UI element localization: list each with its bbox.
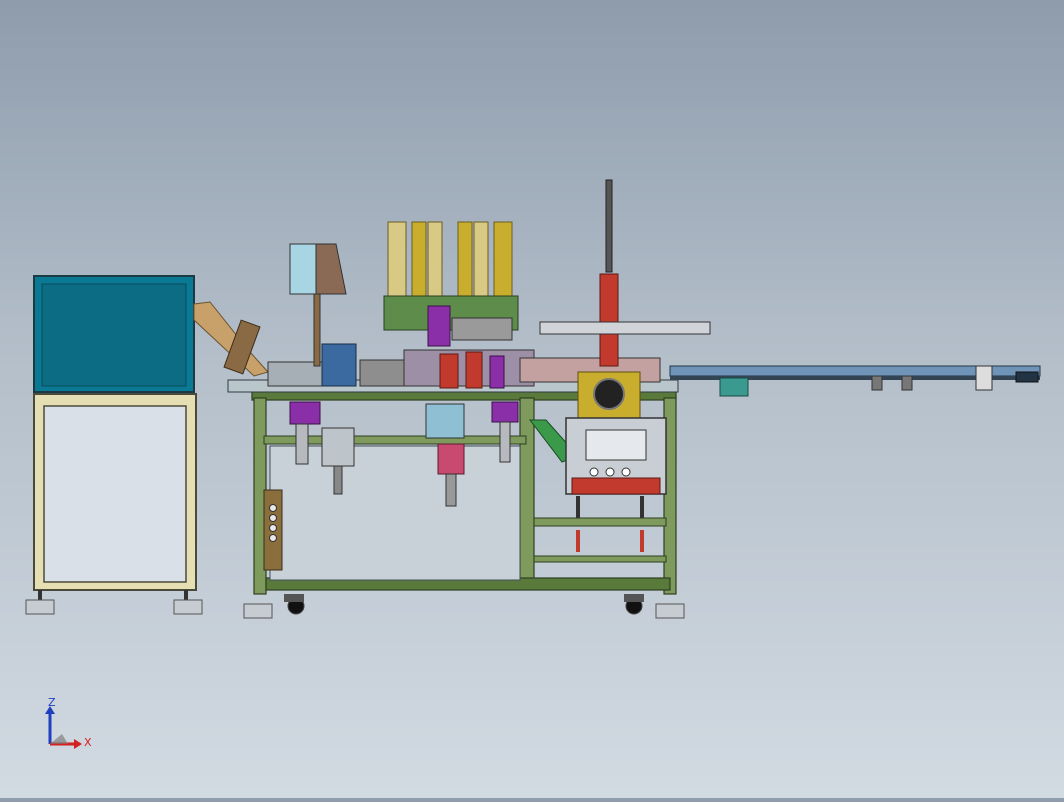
z-axis-label: Z — [48, 696, 56, 709]
cad-viewport[interactable] — [0, 0, 1064, 798]
coordinate-triad: Z X — [38, 696, 98, 756]
electrical-cabinet[interactable] — [25, 275, 203, 615]
feed-chute[interactable] — [193, 301, 269, 377]
x-axis-label: X — [84, 736, 92, 749]
origin-plane-icon — [50, 734, 68, 744]
magazine-tubes[interactable] — [383, 221, 519, 347]
x-axis-arrow-icon — [74, 739, 82, 749]
machine-assembly-model[interactable] — [0, 0, 1064, 798]
output-conveyor[interactable] — [669, 365, 1041, 397]
